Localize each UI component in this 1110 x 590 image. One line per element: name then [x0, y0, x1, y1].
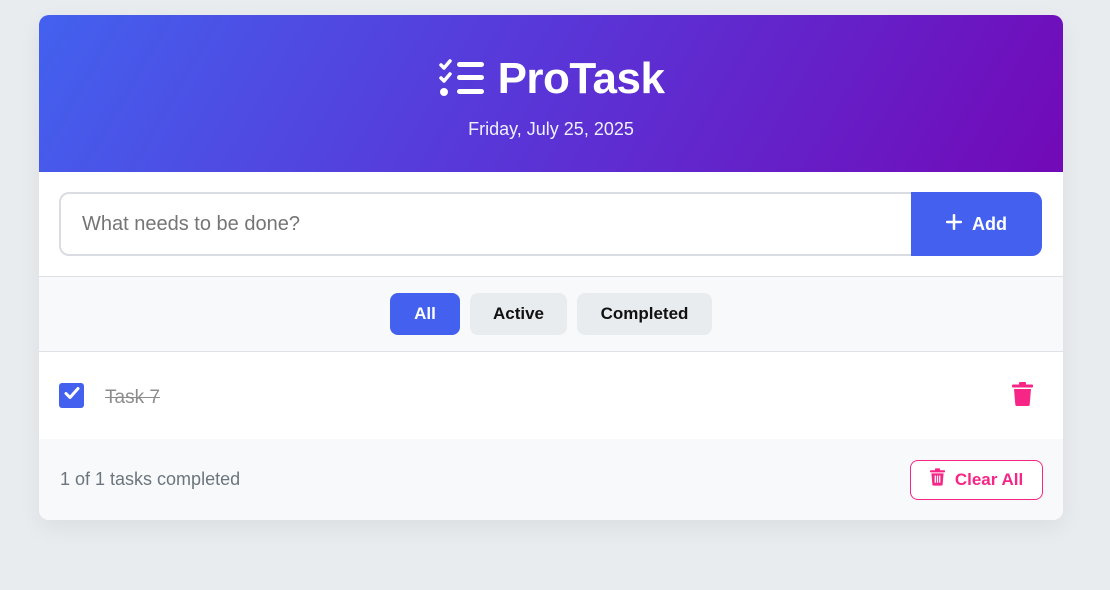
task-input[interactable] [59, 192, 911, 256]
task-checkbox[interactable] [59, 383, 84, 408]
delete-task-button[interactable] [1012, 382, 1033, 409]
todo-card: ProTask Friday, July 25, 2025 Add All Ac… [39, 15, 1063, 520]
checkmark-icon [63, 384, 81, 407]
filter-bar: All Active Completed [39, 277, 1063, 352]
task-text: Task 7 [105, 386, 160, 408]
task-list-icon [438, 59, 486, 99]
trash-icon [1012, 382, 1033, 409]
app-header: ProTask Friday, July 25, 2025 [39, 15, 1063, 172]
plus-icon [946, 213, 962, 235]
task-list: Task 7 [39, 352, 1063, 439]
filter-active-button[interactable]: Active [470, 293, 567, 335]
filter-completed-button[interactable]: Completed [577, 293, 712, 335]
title-row: ProTask [438, 55, 665, 103]
current-date: Friday, July 25, 2025 [468, 119, 634, 139]
trash-icon [929, 468, 945, 491]
task-item: Task 7 [39, 352, 1063, 439]
add-button-label: Add [972, 213, 1007, 234]
clear-all-button[interactable]: Clear All [910, 459, 1043, 500]
app-title: ProTask [497, 54, 665, 103]
footer: 1 of 1 tasks completed Clear All [39, 439, 1063, 520]
completion-status: 1 of 1 tasks completed [60, 469, 241, 489]
filter-all-button[interactable]: All [390, 293, 460, 335]
add-button[interactable]: Add [911, 192, 1042, 256]
clear-all-label: Clear All [954, 469, 1024, 489]
task-input-section: Add [39, 172, 1063, 277]
